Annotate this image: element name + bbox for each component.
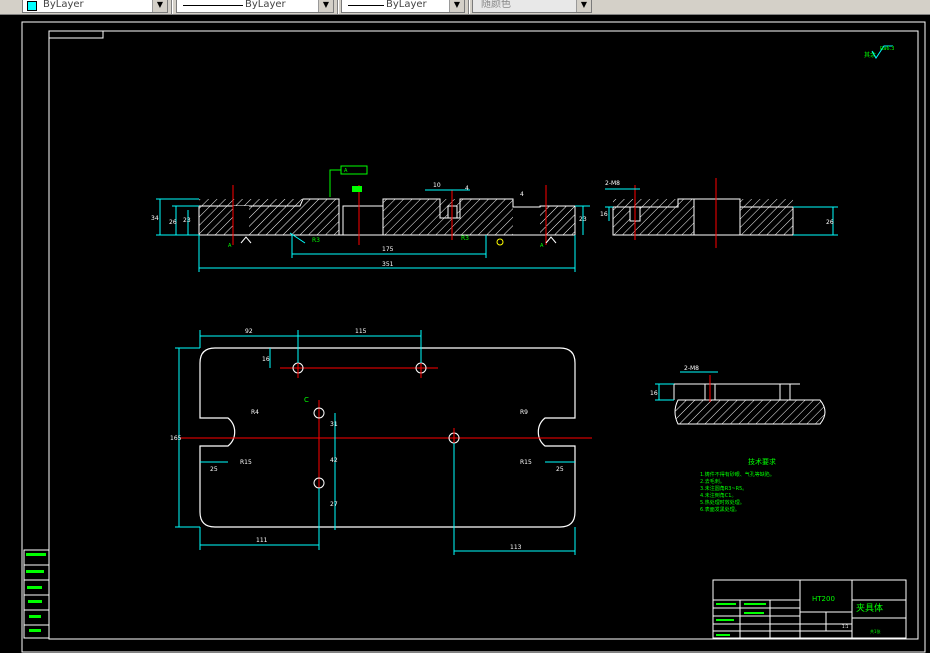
color-swatch-icon (27, 1, 37, 11)
left-side-box (23, 549, 50, 639)
lineweight-dropdown[interactable]: ByLayer ▼ (341, 0, 465, 13)
svg-text:351: 351 (382, 261, 394, 268)
svg-text:共1张: 共1张 (870, 628, 881, 634)
svg-text:R15: R15 (520, 459, 532, 466)
svg-text:技术要求: 技术要求 (748, 457, 776, 466)
svg-text:5.热处理时效处理。: 5.热处理时效处理。 (700, 499, 745, 506)
svg-text:1:1: 1:1 (842, 624, 849, 629)
plotstyle-dropdown[interactable]: 随颜色 ▼ (472, 0, 592, 13)
svg-text:4: 4 (465, 185, 469, 192)
svg-text:A: A (228, 243, 232, 249)
lineweight-preview (348, 5, 384, 6)
chevron-down-icon[interactable]: ▼ (318, 0, 333, 12)
svg-text:113: 113 (510, 544, 522, 551)
svg-text:A: A (344, 168, 348, 174)
svg-text:4: 4 (520, 191, 524, 198)
toolbar-separator (337, 0, 339, 14)
svg-text:26: 26 (826, 219, 834, 226)
svg-text:26: 26 (169, 219, 177, 226)
svg-text:R3: R3 (461, 235, 469, 242)
front-section-view: A R3 R3 A A 34 26 23 23 10 4 4 175 351 (151, 165, 590, 272)
svg-text:R15: R15 (240, 459, 252, 466)
outer-frame (21, 21, 926, 653)
svg-text:42: 42 (330, 457, 338, 464)
roughness-symbol: 其余 Ra6.3 (864, 45, 894, 59)
detail-section-view: 2-M8 16 (650, 365, 826, 425)
svg-text:夹具体: 夹具体 (856, 602, 883, 614)
linetype-value: ByLayer (245, 0, 286, 10)
svg-text:Ra6.3: Ra6.3 (880, 46, 894, 52)
svg-text:25: 25 (556, 466, 564, 473)
linetype-preview (183, 5, 243, 6)
svg-text:16: 16 (262, 356, 270, 363)
svg-text:16: 16 (650, 390, 658, 397)
side-section-view: 2-M8 16 26 (600, 178, 838, 248)
svg-text:R4: R4 (251, 409, 259, 416)
title-block: HT200 夹具体 1:1 共1张 (712, 579, 907, 639)
inner-frame (48, 30, 919, 640)
svg-text:2-M8: 2-M8 (605, 180, 620, 187)
svg-text:23: 23 (183, 217, 191, 224)
svg-text:2-M8: 2-M8 (684, 365, 699, 372)
color-value: ByLayer (43, 0, 84, 10)
linetype-dropdown[interactable]: ByLayer ▼ (176, 0, 334, 13)
color-dropdown[interactable]: ByLayer ▼ (22, 0, 168, 13)
svg-text:31: 31 (330, 421, 338, 428)
plotstyle-value: 随颜色 (481, 0, 511, 10)
svg-text:R9: R9 (520, 409, 528, 416)
svg-text:C: C (304, 396, 309, 404)
svg-text:6.表面发黑处理。: 6.表面发黑处理。 (700, 506, 740, 513)
svg-text:115: 115 (355, 328, 367, 335)
svg-text:34: 34 (151, 215, 159, 222)
svg-text:3.未注圆角R3~R5。: 3.未注圆角R3~R5。 (700, 485, 747, 492)
svg-text:1.铸件不得有砂眼、气孔等缺陷。: 1.铸件不得有砂眼、气孔等缺陷。 (700, 471, 775, 478)
svg-text:16: 16 (600, 211, 608, 218)
drawing-canvas[interactable]: 其余 Ra6.3 A R3 R3 A A 34 26 23 23 10 4 4 … (0, 15, 930, 653)
svg-text:R3: R3 (312, 237, 320, 244)
toolbar-separator (171, 0, 173, 14)
toolbar-separator (468, 0, 470, 14)
chevron-down-icon[interactable]: ▼ (449, 0, 464, 12)
svg-text:10: 10 (433, 182, 441, 189)
plan-view: 92 115 16 165 R4 R15 R9 R15 25 25 31 42 … (170, 328, 592, 555)
svg-text:165: 165 (170, 435, 182, 442)
svg-text:HT200: HT200 (812, 595, 835, 603)
chevron-down-icon[interactable]: ▼ (152, 0, 167, 12)
svg-text:2.去毛刺。: 2.去毛刺。 (700, 478, 725, 485)
svg-text:23: 23 (579, 216, 587, 223)
properties-toolbar: ByLayer ▼ ByLayer ▼ ByLayer ▼ 随颜色 ▼ (0, 0, 930, 15)
frame-code-box (48, 30, 104, 39)
svg-text:92: 92 (245, 328, 253, 335)
svg-text:4.未注倒角C1。: 4.未注倒角C1。 (700, 492, 736, 499)
lineweight-value: ByLayer (386, 0, 427, 10)
chevron-down-icon[interactable]: ▼ (576, 0, 591, 12)
svg-text:111: 111 (256, 537, 268, 544)
svg-text:25: 25 (210, 466, 218, 473)
svg-text:A: A (540, 243, 544, 249)
svg-text:175: 175 (382, 246, 394, 253)
svg-text:27: 27 (330, 501, 338, 508)
technical-notes: 技术要求 1.铸件不得有砂眼、气孔等缺陷。 2.去毛刺。 3.未注圆角R3~R5… (700, 457, 776, 513)
